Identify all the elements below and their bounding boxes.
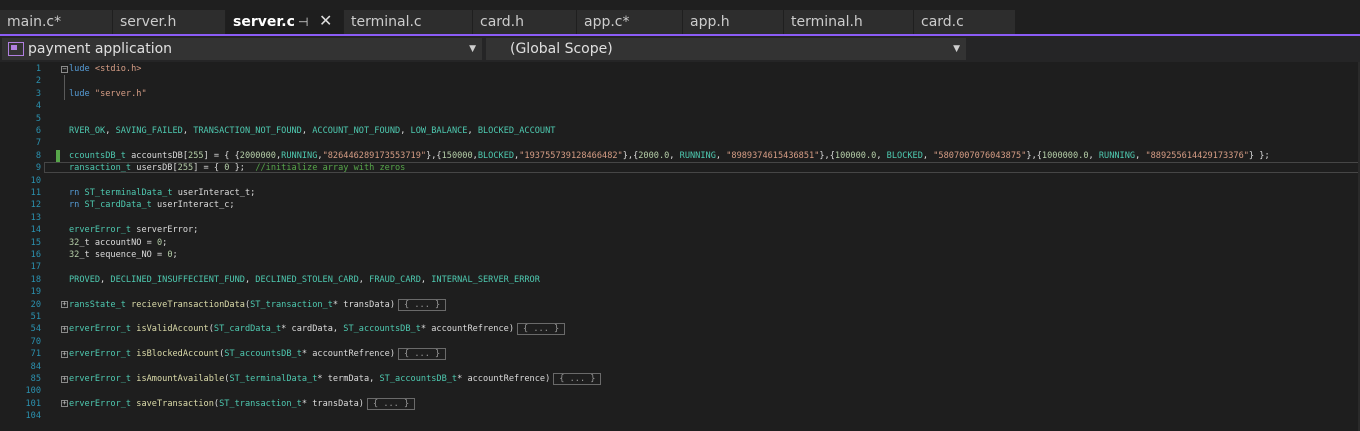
project-dropdown[interactable]: payment application ▼ (2, 38, 482, 60)
scope-dropdown[interactable]: (Global Scope) ▼ (486, 38, 966, 60)
code-line[interactable]: erverError_t isAmountAvailable(ST_termin… (69, 373, 602, 385)
line-number: 4 (35, 101, 41, 112)
expand-fold-icon[interactable]: + (61, 400, 68, 408)
line-number: 104 (25, 411, 41, 422)
project-icon (8, 42, 24, 56)
line-number: 15 (30, 237, 41, 248)
line-number: 5 (35, 113, 41, 124)
tab-label: terminal.h (791, 14, 863, 30)
line-number: 20 (30, 299, 41, 310)
tab-app-h[interactable]: app.h (683, 10, 784, 34)
collapse-fold-icon[interactable]: − (61, 65, 68, 73)
tab-label: server.h (120, 14, 177, 30)
code-line[interactable]: lude "server.h" (69, 88, 147, 100)
tab-label: main.c* (7, 14, 62, 30)
line-number: 8 (35, 150, 41, 161)
line-number: 54 (30, 324, 41, 335)
pin-icon[interactable]: ⊣ (298, 10, 308, 34)
line-number: 14 (30, 225, 41, 236)
scope-dropdown-label: (Global Scope) (510, 41, 613, 57)
expand-fold-icon[interactable]: + (61, 301, 68, 309)
top-gap (0, 0, 1360, 10)
line-number: 16 (30, 250, 41, 260)
code-line[interactable]: erverError_t serverError; (69, 224, 198, 236)
line-number: 100 (25, 386, 41, 397)
code-line[interactable]: erverError_t isValidAccount(ST_cardData_… (69, 323, 566, 336)
collapsed-region[interactable]: { ... } (553, 373, 602, 385)
line-number: 11 (30, 188, 41, 198)
tab-app-c[interactable]: app.c* (577, 10, 683, 34)
change-indicator (56, 149, 60, 162)
code-line[interactable]: erverError_t saveTransaction(ST_transact… (69, 397, 416, 410)
line-number: 12 (30, 200, 41, 211)
expand-fold-icon[interactable]: + (61, 375, 68, 383)
code-line[interactable]: erverError_t isBlockedAccount(ST_account… (69, 348, 447, 361)
line-number: 18 (30, 274, 41, 285)
close-icon[interactable]: ✕ (319, 10, 332, 33)
collapsed-region[interactable]: { ... } (398, 348, 447, 361)
current-line-highlight (44, 162, 1360, 174)
line-number: 10 (30, 175, 41, 186)
tab-terminal-h[interactable]: terminal.h (784, 10, 914, 34)
document-tab-bar: main.c* server.h server.c ⊣ ✕ terminal.c… (0, 10, 1360, 34)
line-number: 70 (30, 336, 41, 347)
line-number: 51 (30, 312, 41, 322)
fold-guide-line (64, 75, 65, 101)
code-line[interactable]: RVER_OK, SAVING_FAILED, TRANSACTION_NOT_… (69, 125, 555, 137)
line-number: 3 (35, 88, 41, 99)
collapsed-region[interactable]: { ... } (366, 397, 416, 410)
expand-fold-icon[interactable]: + (61, 325, 68, 333)
tab-terminal-c[interactable]: terminal.c (344, 10, 473, 34)
code-line[interactable]: PROVED, DECLINED_INSUFFECIENT_FUND, DECL… (69, 274, 540, 286)
project-dropdown-label: payment application (28, 41, 173, 57)
line-number: 17 (30, 262, 41, 273)
code-line[interactable]: lude <stdio.h> (69, 63, 141, 75)
code-line[interactable]: ccountsDB_t accountsDB[255] = { {2000000… (69, 150, 1270, 162)
code-line[interactable]: rn ST_cardData_t userInteract_c; (69, 199, 235, 211)
line-number: 13 (30, 212, 41, 223)
code-editor[interactable]: 1 lude <stdio.h> 2 3 lude "server.h" 4 5 6 RVER_… (0, 62, 1360, 431)
tab-card-h[interactable]: card.h (473, 10, 577, 34)
chevron-down-icon: ▼ (469, 44, 476, 54)
line-number: 19 (30, 287, 41, 298)
tab-server-c[interactable]: server.c ⊣ ✕ (226, 10, 344, 34)
chevron-down-icon: ▼ (953, 44, 960, 54)
code-line[interactable]: rn ST_terminalData_t userInteract_t; (69, 187, 255, 199)
tab-main-c[interactable]: main.c* (0, 10, 113, 34)
tab-label: card.h (480, 14, 524, 30)
line-number: 1 (35, 64, 41, 74)
tab-card-c[interactable]: card.c (914, 10, 1016, 34)
line-number: 9 (35, 163, 41, 174)
line-number: 85 (30, 374, 41, 384)
tab-label: app.h (690, 14, 730, 30)
tab-label: app.c* (584, 14, 630, 30)
line-number: 6 (35, 126, 41, 136)
code-line[interactable]: 32_t accountNO = 0; (69, 237, 167, 249)
tab-label: server.c (233, 14, 295, 30)
line-number: 84 (30, 361, 41, 372)
line-number: 7 (35, 138, 41, 149)
line-number: 2 (35, 76, 41, 87)
line-number: 101 (25, 398, 41, 409)
expand-fold-icon[interactable]: + (61, 350, 68, 358)
code-line[interactable]: ransState_t recieveTransactionData(ST_tr… (69, 298, 447, 311)
code-line[interactable]: 32_t sequence_NO = 0; (69, 249, 178, 261)
line-number: 71 (30, 349, 41, 360)
tab-server-h[interactable]: server.h (113, 10, 226, 34)
tab-label: terminal.c (351, 14, 422, 30)
navigation-bar: payment application ▼ (Global Scope) ▼ (0, 36, 1360, 62)
tab-label: card.c (921, 14, 964, 30)
collapsed-region[interactable]: { ... } (398, 298, 447, 311)
collapsed-region[interactable]: { ... } (517, 323, 566, 336)
